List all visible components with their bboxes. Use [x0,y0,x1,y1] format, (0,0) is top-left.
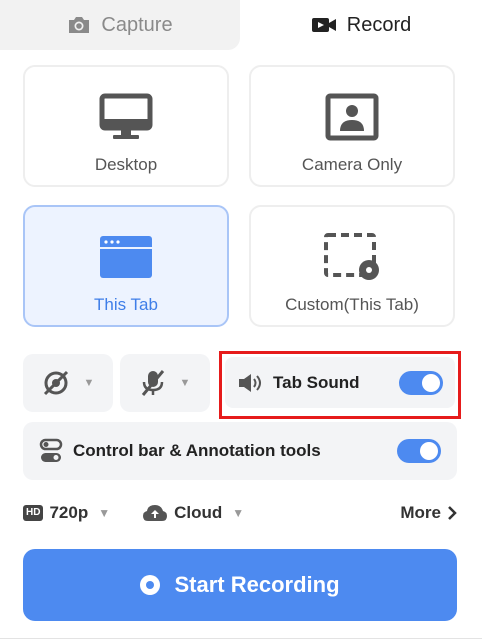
browser-window-icon [100,236,152,278]
source-desktop-label: Desktop [94,155,158,174]
chevron-right-icon [448,506,457,520]
mode-tabs: Capture Record [0,0,482,50]
more-button[interactable]: More [400,503,457,523]
monitor-icon [99,93,153,139]
more-label: More [400,503,441,522]
storage-value: Cloud [174,503,223,522]
speaker-icon [239,373,261,392]
camera-portrait-icon [325,93,379,141]
source-camera-only-label: Camera Only [301,155,403,174]
resolution-value: 720p [49,503,89,522]
chevron-down-icon: ▼ [179,377,191,389]
hd-icon: HD [23,505,44,521]
control-bar-label: Control bar & Annotation tools [73,441,321,460]
tab-capture-label: Capture [101,13,173,36]
video-camera-icon [311,18,336,32]
tab-sound-label: Tab Sound [273,372,360,392]
source-desktop-card[interactable]: Desktop [23,65,229,187]
camera-off-icon [43,370,68,396]
chevron-down-icon: ▼ [98,506,111,520]
options-row: HD 720p ▼ Cloud ▼ More [23,496,457,530]
chevron-down-icon: ▼ [83,377,95,389]
custom-area-icon [324,233,379,280]
tab-record-label: Record [346,13,412,36]
camera-icon [69,17,90,33]
source-camera-only-card[interactable]: Camera Only [249,65,455,187]
bottom-divider [0,638,482,639]
record-icon [140,575,161,595]
resolution-dropdown[interactable]: HD 720p ▼ [23,503,110,523]
camera-toggle-button[interactable]: ▼ [23,354,113,412]
start-recording-label: Start Recording [174,572,340,597]
tab-sound-highlight: Tab Sound [219,351,461,419]
cloud-upload-icon [143,505,168,521]
toggles-icon [39,438,63,462]
source-this-tab-label: This Tab [94,295,158,314]
tab-record[interactable]: Record [240,0,482,50]
tab-capture[interactable]: Capture [0,0,240,50]
control-bar-row[interactable]: Control bar & Annotation tools [23,422,457,480]
control-bar-toggle[interactable] [397,439,441,463]
source-this-tab-card[interactable]: This Tab [23,205,229,327]
mic-toggle-button[interactable]: ▼ [120,354,210,412]
source-custom-label: Custom(This Tab) [285,295,419,314]
chevron-down-icon: ▼ [232,506,245,520]
tab-sound-row[interactable]: Tab Sound [225,357,455,408]
start-recording-button[interactable]: Start Recording [23,549,457,621]
tab-sound-toggle[interactable] [399,370,443,395]
storage-dropdown[interactable]: Cloud ▼ [142,503,244,523]
mic-off-icon [141,370,164,396]
source-custom-card[interactable]: Custom(This Tab) [249,205,455,327]
